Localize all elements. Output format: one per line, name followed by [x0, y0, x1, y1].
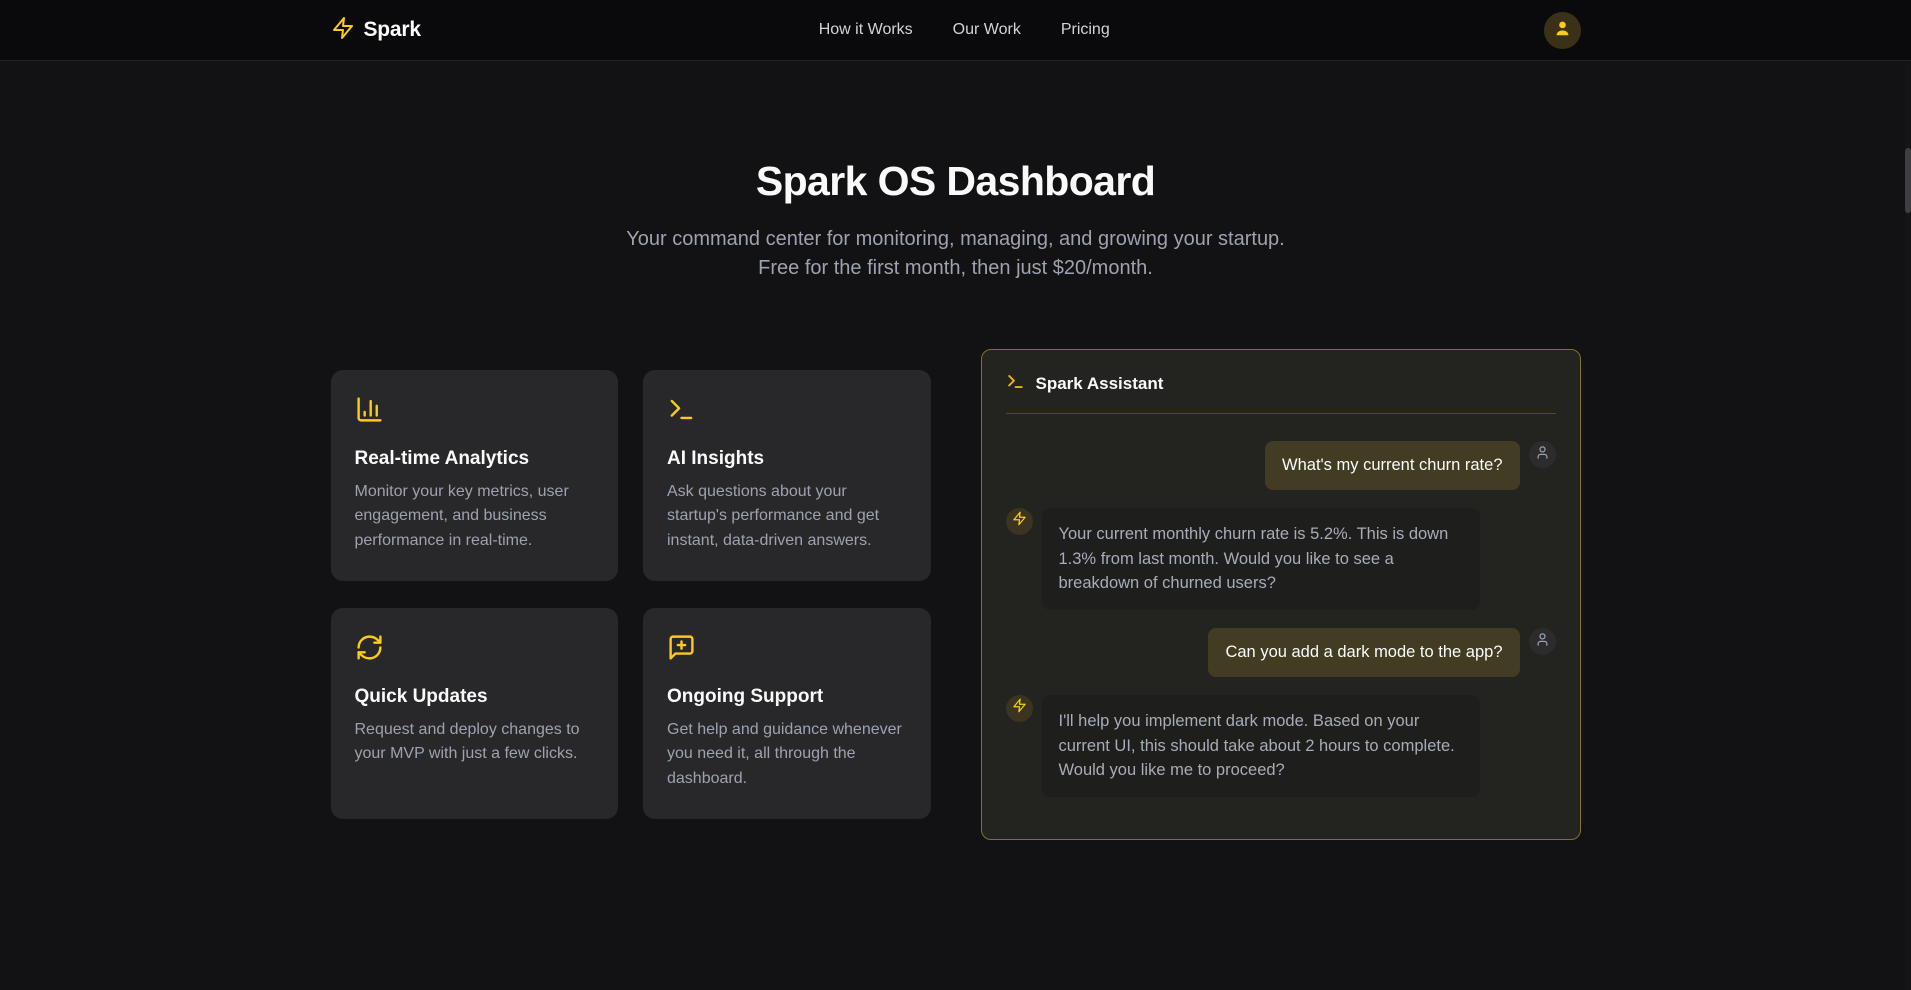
user-icon — [1553, 19, 1572, 41]
feature-card-realtime-analytics: Real-time Analytics Monitor your key met… — [331, 370, 619, 581]
user-icon — [1535, 445, 1550, 465]
terminal-icon — [667, 395, 696, 424]
zap-icon — [331, 16, 355, 45]
terminal-icon — [1006, 372, 1025, 396]
assistant-message-bubble: I'll help you implement dark mode. Based… — [1042, 695, 1480, 797]
assistant-panel-title: Spark Assistant — [1036, 374, 1164, 394]
nav-link-how-it-works[interactable]: How it Works — [819, 21, 913, 39]
user-message-bubble: What's my current churn rate? — [1265, 441, 1519, 490]
user-icon — [1535, 632, 1550, 652]
chat-message-assistant: Your current monthly churn rate is 5.2%.… — [1006, 508, 1556, 610]
chart-column-icon — [355, 395, 384, 424]
feature-description: Request and deploy changes to your MVP w… — [355, 718, 595, 767]
page-title: Spark OS Dashboard — [0, 158, 1911, 205]
hero-section: Spark OS Dashboard Your command center f… — [0, 61, 1911, 283]
user-message-bubble: Can you add a dark mode to the app? — [1208, 628, 1519, 677]
feature-title: Real-time Analytics — [355, 448, 595, 470]
feature-description: Get help and guidance whenever you need … — [667, 718, 907, 791]
nav-links: How it Works Our Work Pricing — [819, 0, 1110, 60]
feature-description: Ask questions about your startup's perfo… — [667, 480, 907, 553]
assistant-avatar — [1006, 508, 1033, 535]
content-row: Real-time Analytics Monitor your key met… — [331, 349, 1581, 840]
assistant-message-bubble: Your current monthly churn rate is 5.2%.… — [1042, 508, 1480, 610]
brand-name: Spark — [364, 18, 421, 42]
user-account-button[interactable] — [1544, 12, 1581, 49]
feature-card-quick-updates: Quick Updates Request and deploy changes… — [331, 608, 619, 819]
chat-messages: What's my current churn rate? Your curre… — [1006, 441, 1556, 797]
message-square-plus-icon — [667, 633, 696, 662]
chat-message-user: Can you add a dark mode to the app? — [1006, 628, 1556, 677]
user-avatar — [1529, 441, 1556, 468]
assistant-avatar — [1006, 695, 1033, 722]
feature-title: Ongoing Support — [667, 686, 907, 708]
feature-title: Quick Updates — [355, 686, 595, 708]
feature-description: Monitor your key metrics, user engagemen… — [355, 480, 595, 553]
feature-card-ongoing-support: Ongoing Support Get help and guidance wh… — [643, 608, 931, 819]
nav-link-our-work[interactable]: Our Work — [953, 21, 1021, 39]
chat-message-user: What's my current churn rate? — [1006, 441, 1556, 490]
page-scrollbar-thumb[interactable] — [1905, 148, 1911, 213]
feature-title: AI Insights — [667, 448, 907, 470]
page-subtitle: Your command center for monitoring, mana… — [606, 225, 1306, 283]
assistant-panel-header: Spark Assistant — [1006, 372, 1556, 396]
refresh-icon — [355, 633, 384, 662]
spark-assistant-panel: Spark Assistant What's my current churn … — [981, 349, 1581, 840]
zap-icon — [1012, 511, 1027, 531]
top-nav: Spark How it Works Our Work Pricing — [0, 0, 1911, 61]
feature-card-ai-insights: AI Insights Ask questions about your sta… — [643, 370, 931, 581]
feature-card-grid: Real-time Analytics Monitor your key met… — [331, 370, 931, 819]
user-avatar — [1529, 628, 1556, 655]
zap-icon — [1012, 698, 1027, 718]
panel-divider — [1006, 413, 1556, 414]
chat-message-assistant: I'll help you implement dark mode. Based… — [1006, 695, 1556, 797]
brand-logo[interactable]: Spark — [331, 16, 421, 45]
nav-link-pricing[interactable]: Pricing — [1061, 21, 1110, 39]
